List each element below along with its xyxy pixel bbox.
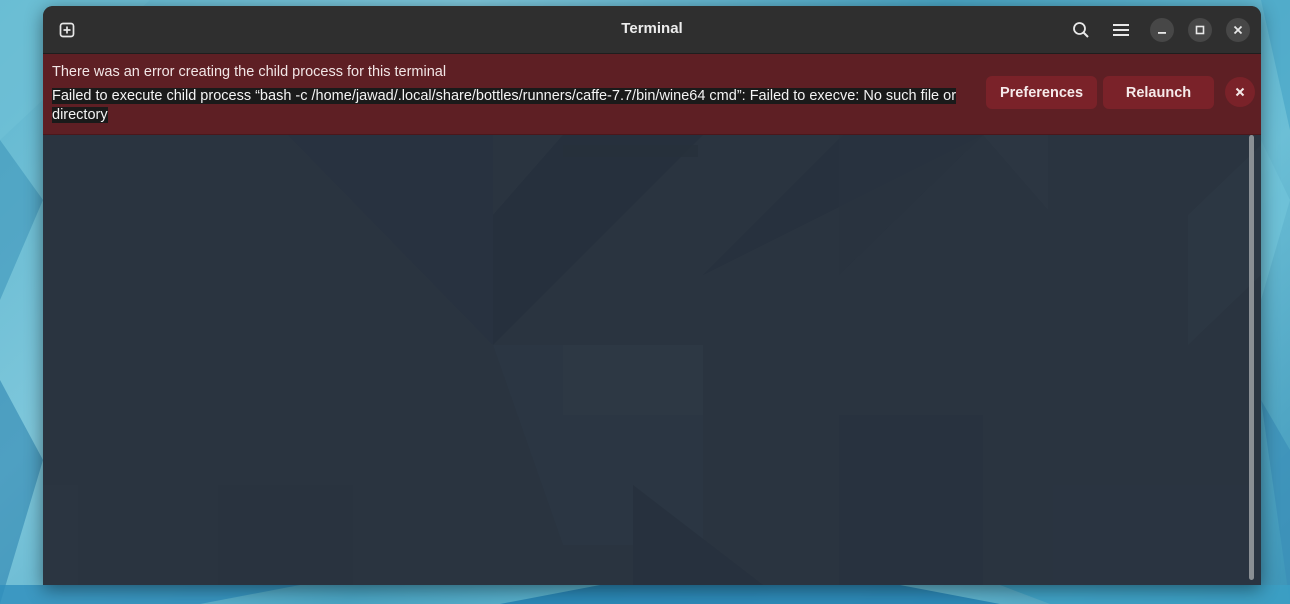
search-button[interactable] [1067,17,1095,43]
main-menu-button[interactable] [1107,17,1135,43]
error-detail[interactable]: Failed to execute child process “bash -c… [52,87,972,125]
error-title: There was an error creating the child pr… [52,64,447,80]
error-infobar: There was an error creating the child pr… [43,54,1261,135]
close-window-button[interactable] [1226,18,1250,42]
error-detail-text[interactable]: Failed to execute child process “bash -c… [52,88,957,123]
hamburger-menu-icon [1113,24,1129,36]
terminal-view[interactable] [43,135,1261,585]
minimize-button[interactable] [1150,18,1174,42]
terminal-window: Terminal There was an error creating the… [43,6,1261,585]
close-icon [1233,25,1243,35]
tab-new-icon [59,22,75,38]
preferences-button[interactable]: Preferences [986,76,1097,109]
minimize-icon [1158,32,1166,34]
relaunch-button[interactable]: Relaunch [1103,76,1214,109]
headerbar: Terminal [43,6,1261,54]
search-icon [1073,22,1089,38]
maximize-icon [1195,25,1205,35]
infobar-close-button[interactable] [1225,77,1255,107]
new-tab-button[interactable] [53,17,81,43]
vertical-scrollbar[interactable] [1249,135,1254,580]
terminal-background-pattern [43,135,1261,585]
maximize-button[interactable] [1188,18,1212,42]
close-icon [1235,87,1245,97]
